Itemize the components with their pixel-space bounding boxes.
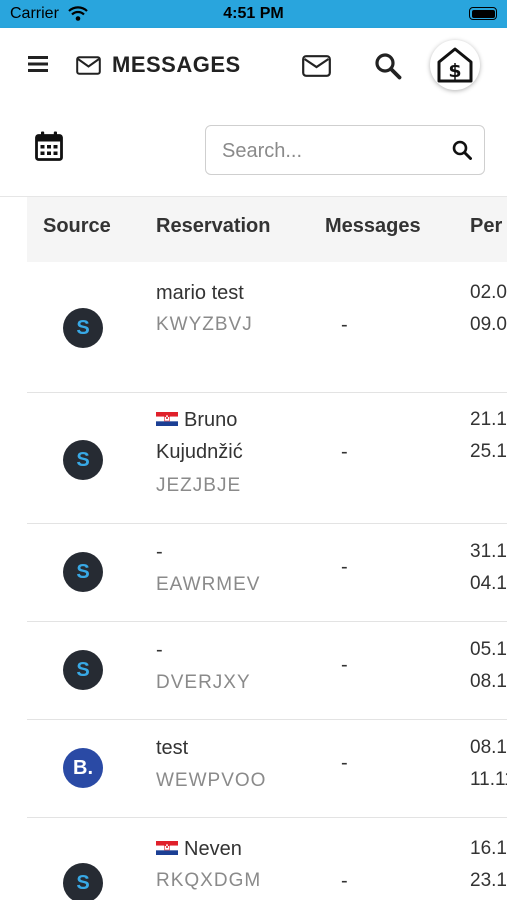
reservation-code: DVERJXY bbox=[156, 672, 251, 693]
search-box[interactable] bbox=[205, 125, 485, 175]
messages-count: - bbox=[341, 441, 348, 463]
source-avatar: S bbox=[63, 552, 103, 592]
column-header-source[interactable]: Source bbox=[43, 215, 111, 238]
period-to: 04.1 bbox=[470, 573, 507, 594]
messages-count: - bbox=[341, 654, 348, 676]
table-row[interactable]: S - EAWRMEV - 31.1( 04.1 bbox=[27, 524, 507, 622]
svg-text:$: $ bbox=[448, 60, 461, 82]
period-from: 16.1( bbox=[470, 838, 507, 859]
envelope-icon bbox=[76, 56, 101, 80]
calendar-icon[interactable] bbox=[35, 131, 63, 166]
table-row[interactable]: S Neven RKQXDGM - 16.1( 23.1 bbox=[27, 818, 507, 900]
table-row[interactable]: S mario test KWYZBVJ - 02.0 09.0 bbox=[27, 262, 507, 393]
period-to: 09.0 bbox=[470, 314, 507, 335]
battery-icon bbox=[469, 7, 497, 20]
column-header-messages[interactable]: Messages bbox=[325, 215, 421, 238]
guest-name: test bbox=[156, 737, 189, 759]
period-from: 31.1( bbox=[470, 541, 507, 562]
guest-name-line-1: Neven bbox=[156, 833, 306, 865]
period-to: 23.1 bbox=[470, 870, 507, 891]
search-icon[interactable] bbox=[452, 140, 472, 165]
table-header: Source Reservation Messages Per bbox=[27, 197, 507, 263]
guest-name: mario test bbox=[156, 282, 244, 304]
croatia-flag-icon bbox=[156, 411, 178, 426]
source-avatar: S bbox=[63, 863, 103, 900]
source-avatar: S bbox=[63, 440, 103, 480]
column-header-reservation[interactable]: Reservation bbox=[156, 215, 271, 238]
period-from: 05.1 bbox=[470, 639, 507, 660]
messages-count: - bbox=[341, 314, 348, 336]
messages-count: - bbox=[341, 752, 348, 774]
guest-name: Neven bbox=[184, 838, 242, 860]
property-house-dollar-icon[interactable]: $ bbox=[430, 40, 480, 90]
croatia-flag-icon bbox=[156, 840, 178, 855]
reservation-code: KWYZBVJ bbox=[156, 314, 253, 335]
period-from: 02.0 bbox=[470, 282, 507, 303]
envelope-button-icon[interactable] bbox=[302, 55, 331, 82]
status-time: 4:51 PM bbox=[223, 5, 284, 22]
reservation-code: JEZJBJE bbox=[156, 475, 242, 496]
period-from: 08.1 bbox=[470, 737, 507, 758]
guest-name: - bbox=[156, 639, 163, 661]
column-header-period[interactable]: Per bbox=[470, 215, 502, 238]
table-row[interactable]: B. test WEWPVOO - 08.1 11.11 bbox=[27, 720, 507, 818]
top-bar: MESSAGES $ bbox=[0, 28, 507, 106]
search-button-icon[interactable] bbox=[374, 52, 402, 85]
guest-surname: Kujudnžić bbox=[156, 441, 243, 463]
guest-name-line-1: Bruno bbox=[156, 404, 306, 436]
page-title: MESSAGES bbox=[112, 52, 241, 77]
reservation-code: RKQXDGM bbox=[156, 870, 262, 891]
status-bar: Carrier 4:51 PM bbox=[0, 0, 507, 28]
reservations-table: Source Reservation Messages Per S mario … bbox=[27, 197, 507, 900]
table-row[interactable]: S Bruno Kujudnžić JEZJBJE - 21.11 25.1 bbox=[27, 393, 507, 524]
period-to: 08.1 bbox=[470, 671, 507, 692]
period-from: 21.11 bbox=[470, 409, 507, 430]
source-avatar: B. bbox=[63, 748, 103, 788]
source-avatar: S bbox=[63, 308, 103, 348]
messages-count: - bbox=[341, 556, 348, 578]
messages-count: - bbox=[341, 870, 348, 892]
reservation-code: EAWRMEV bbox=[156, 574, 261, 595]
reservation-code: WEWPVOO bbox=[156, 770, 267, 791]
table-row[interactable]: S - DVERJXY - 05.1 08.1 bbox=[27, 622, 507, 720]
source-avatar: S bbox=[63, 650, 103, 690]
search-input[interactable] bbox=[220, 136, 444, 166]
hamburger-menu-icon[interactable] bbox=[28, 55, 48, 73]
period-to: 25.1 bbox=[470, 441, 507, 462]
filter-bar bbox=[0, 106, 507, 197]
period-to: 11.11 bbox=[470, 769, 507, 790]
guest-name: Bruno bbox=[184, 409, 238, 431]
guest-name: - bbox=[156, 541, 163, 563]
